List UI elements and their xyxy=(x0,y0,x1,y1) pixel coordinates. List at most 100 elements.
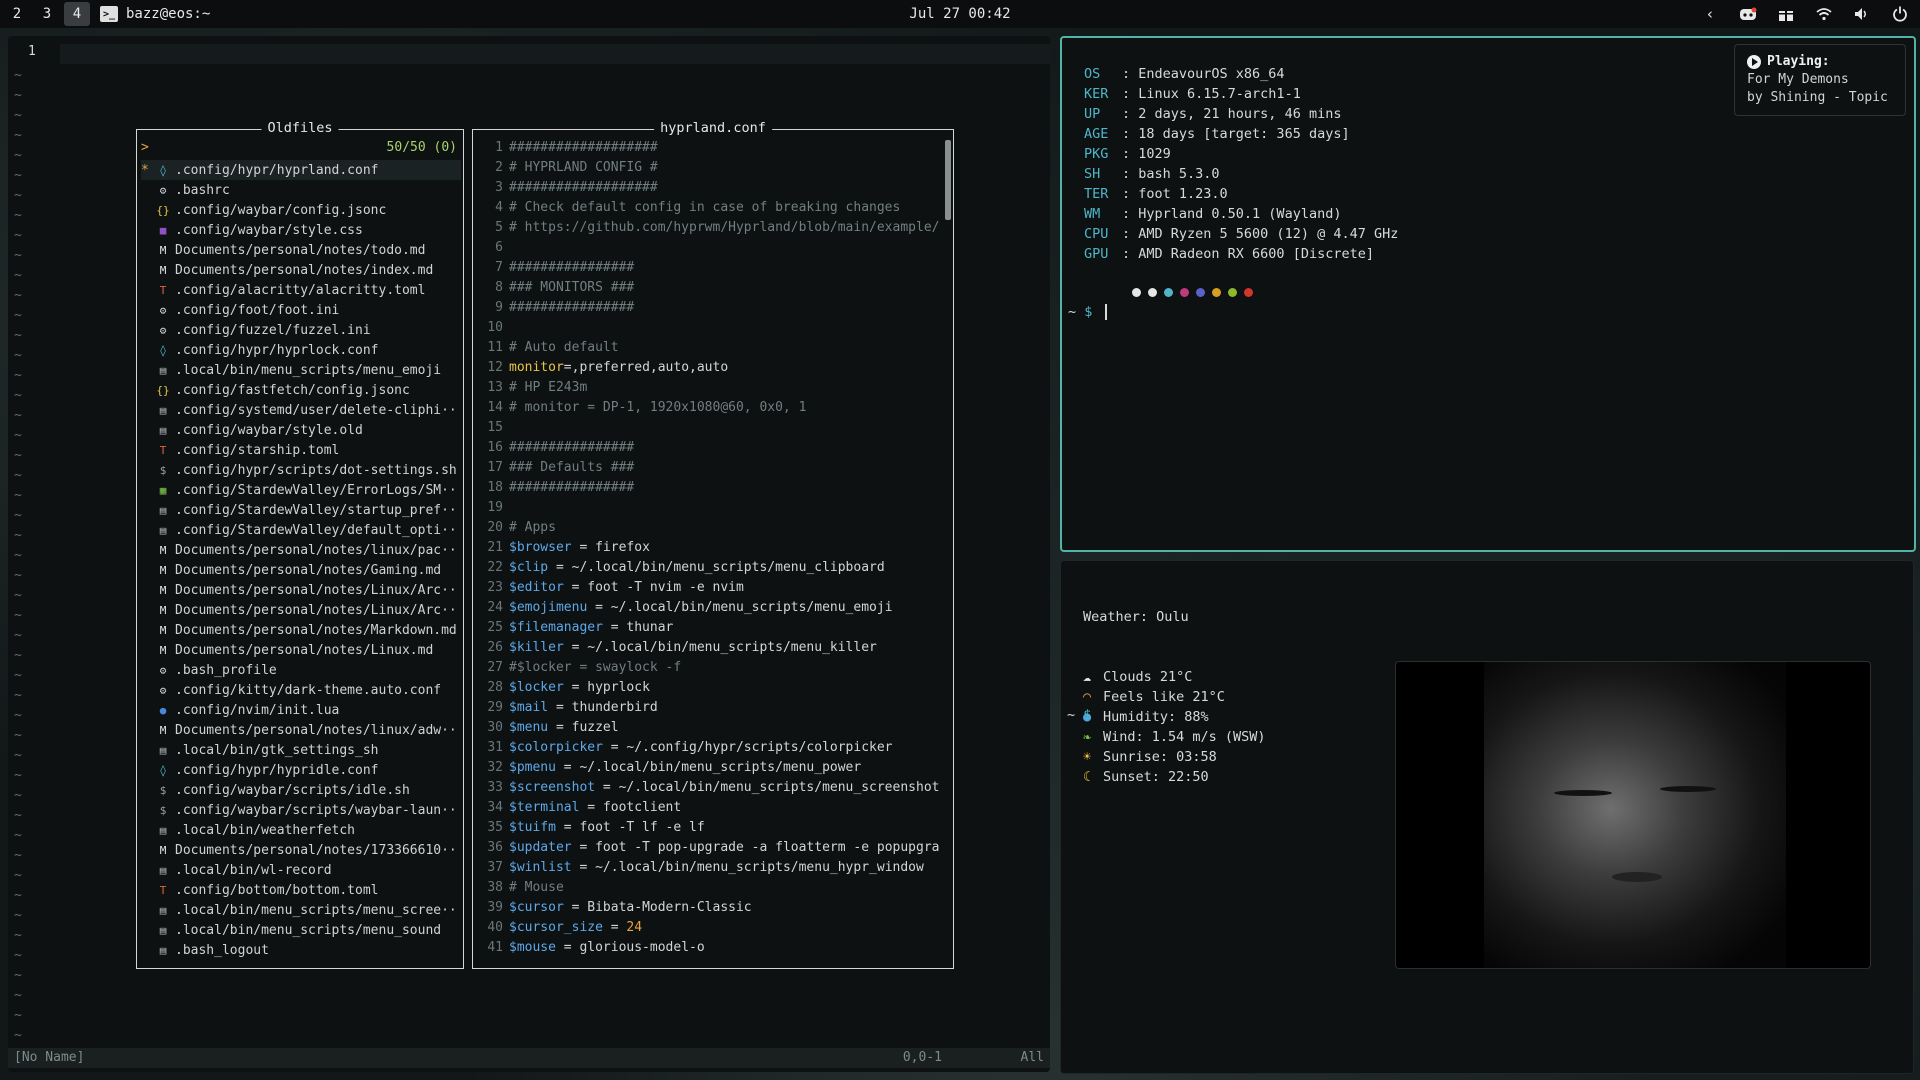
oldfile-item[interactable]: ⚙ .config/fuzzel/fuzzel.ini xyxy=(141,320,461,340)
chevron-left-icon[interactable]: ‹ xyxy=(1700,4,1720,24)
sysinfo-row: TER: foot 1.23.0 xyxy=(1084,184,1398,204)
oldfile-item[interactable]: ▤ .bash_logout xyxy=(141,940,461,960)
oldfile-item[interactable]: ▤ .local/bin/menu_scripts/menu_scree·· xyxy=(141,900,461,920)
track-title: For My Demons xyxy=(1747,72,1849,87)
oldfile-item[interactable]: ▤ .config/waybar/style.old xyxy=(141,420,461,440)
workspace-2[interactable]: 2 xyxy=(4,2,30,26)
sysinfo-row: AGE: 18 days [target: 365 days] xyxy=(1084,124,1398,144)
oldfile-item[interactable]: ● .config/nvim/init.lua xyxy=(141,700,461,720)
code-token: $mail xyxy=(509,700,549,715)
code-line: 16 ################ xyxy=(477,440,947,460)
oldfile-item[interactable]: ⚙ .config/kitty/dark-theme.auto.conf xyxy=(141,680,461,700)
code-token: # Check default config in case of breaki… xyxy=(509,200,901,215)
weather-terminal[interactable]: Weather: Oulu ☁ Clouds 21°C ◠ Feels like 21… xyxy=(1060,560,1914,1074)
discord-icon[interactable] xyxy=(1738,4,1758,24)
shell-prompt[interactable]: ~ $ xyxy=(1067,707,1091,723)
oldfile-item[interactable]: ▤ .local/bin/weatherfetch xyxy=(141,820,461,840)
sysinfo-row: KER: Linux 6.15.7-arch1-1 xyxy=(1084,84,1398,104)
active-window-title: bazz@eos:~ xyxy=(126,6,211,22)
code-token: $killer xyxy=(509,640,564,655)
workspace-label: 4 xyxy=(72,6,82,22)
oldfile-item[interactable]: {} .config/waybar/config.jsonc xyxy=(141,200,461,220)
oldfile-item[interactable]: M Documents/personal/notes/todo.md xyxy=(141,240,461,260)
line-number: 40 xyxy=(487,920,503,935)
line-number: 34 xyxy=(487,800,503,815)
oldfile-item[interactable]: M Documents/personal/notes/Linux/Arc·· xyxy=(141,580,461,600)
file-icon: ▤ xyxy=(159,823,167,837)
code-line: 25 $filemanager = thunar xyxy=(477,620,947,640)
oldfile-item[interactable]: ▤ .local/bin/menu_scripts/menu_sound xyxy=(141,920,461,940)
prompt-tilde: ~ xyxy=(1068,304,1077,320)
sysinfo-row: CPU: AMD Ryzen 5 5600 (12) @ 4.47 GHz xyxy=(1084,224,1398,244)
file-path: Documents/personal/notes/Markdown.md xyxy=(175,622,457,638)
code-token: $tuifm xyxy=(509,820,556,835)
oldfile-item[interactable]: M Documents/personal/notes/173366610·· xyxy=(141,840,461,860)
code-line: 41 $mouse = glorious-model-o xyxy=(477,940,947,960)
oldfile-item[interactable]: ▤ .config/systemd/user/delete-cliphi·· xyxy=(141,400,461,420)
cursor-line[interactable] xyxy=(60,44,1050,64)
oldfile-item[interactable]: M Documents/personal/notes/Linux/Arc·· xyxy=(141,600,461,620)
gift-icon[interactable] xyxy=(1776,4,1796,24)
file-path: .config/StardewValley/startup_pref·· xyxy=(175,502,457,518)
oldfile-item[interactable]: $ .config/hypr/scripts/dot-settings.sh xyxy=(141,460,461,480)
sysinfo-separator: : xyxy=(1122,66,1139,82)
volume-icon[interactable] xyxy=(1852,4,1872,24)
oldfile-item[interactable]: M Documents/personal/notes/linux/pac·· xyxy=(141,540,461,560)
sysinfo-key: CPU xyxy=(1084,226,1109,242)
oldfile-item[interactable]: ◊ .config/hypr/hypridle.conf xyxy=(141,760,461,780)
now-playing-widget[interactable]: Playing: For My Demons by Shining - Topi… xyxy=(1734,44,1906,116)
oldfile-item[interactable]: T .config/starship.toml xyxy=(141,440,461,460)
code-line: 30 $menu = fuzzel xyxy=(477,720,947,740)
line-number: 32 xyxy=(487,760,503,775)
code-token: ################ xyxy=(509,300,635,315)
wifi-icon[interactable] xyxy=(1814,4,1834,24)
code-token: = ~/.config/hypr/scripts/colorpicker xyxy=(602,740,893,755)
power-icon[interactable] xyxy=(1890,4,1910,24)
fastfetch-terminal[interactable]: OS: EndeavourOS x86_64 KER: Linux 6.15.7-… xyxy=(1060,36,1916,552)
oldfile-item[interactable]: ⚙ .bash_profile xyxy=(141,660,461,680)
file-path: .local/bin/menu_scripts/menu_emoji xyxy=(175,362,442,378)
oldfile-item[interactable]: ◊ .config/hypr/hyprlock.conf xyxy=(141,340,461,360)
oldfile-item[interactable]: ▤ .local/bin/gtk_settings_sh xyxy=(141,740,461,760)
oldfile-item[interactable]: ▤ .local/bin/menu_scripts/menu_emoji xyxy=(141,360,461,380)
oldfile-item[interactable]: M Documents/personal/notes/linux/adw·· xyxy=(141,720,461,740)
file-icon: ▤ xyxy=(159,503,167,517)
oldfile-item[interactable]: ⚙ .config/foot/foot.ini xyxy=(141,300,461,320)
oldfile-item[interactable]: T .config/alacritty/alacritty.toml xyxy=(141,280,461,300)
oldfile-item[interactable]: $ .config/waybar/scripts/idle.sh xyxy=(141,780,461,800)
preview-scrollbar[interactable] xyxy=(945,140,951,220)
oldfile-item[interactable]: ▦ .config/StardewValley/ErrorLogs/SM·· xyxy=(141,480,461,500)
weather-row: ● Humidity: 88% xyxy=(1083,707,1266,727)
oldfiles-list: * ◊ .config/hypr/hyprland.conf ⚙ .bashrc {} .c… xyxy=(141,160,461,960)
shell-prompt[interactable]: ~ $ xyxy=(1068,304,1107,320)
sysinfo-separator: : xyxy=(1122,86,1139,102)
workspace-label: 3 xyxy=(42,6,52,22)
line-number: 6 xyxy=(495,240,503,255)
oldfile-item[interactable]: ▤ .config/StardewValley/startup_pref·· xyxy=(141,500,461,520)
code-line: 23 $editor = foot -T nvim -e nvim xyxy=(477,580,947,600)
oldfile-item[interactable]: M Documents/personal/notes/Markdown.md xyxy=(141,620,461,640)
oldfile-item[interactable]: M Documents/personal/notes/Linux.md xyxy=(141,640,461,660)
oldfile-item[interactable]: M Documents/personal/notes/Gaming.md xyxy=(141,560,461,580)
workspace-4[interactable]: 4 xyxy=(64,2,90,26)
oldfile-item[interactable]: {} .config/fastfetch/config.jsonc xyxy=(141,380,461,400)
oldfile-item[interactable]: ▤ .local/bin/wl-record xyxy=(141,860,461,880)
workspace-3[interactable]: 3 xyxy=(34,2,60,26)
oldfile-item[interactable]: ⚙ .bashrc xyxy=(141,180,461,200)
sysinfo-key: OS xyxy=(1084,66,1101,82)
file-path: .config/waybar/style.old xyxy=(175,422,363,438)
picker-prompt[interactable]: > 50/50 (0) xyxy=(141,140,457,160)
oldfile-item[interactable]: T .config/bottom/bottom.toml xyxy=(141,880,461,900)
code-token: $filemanager xyxy=(509,620,603,635)
nvim-window[interactable]: 1 ~ ~ ~ ~ ~ ~ ~ ~ ~ ~ ~ ~ ~ ~ ~ ~ ~ ~ ~ … xyxy=(8,36,1050,1072)
oldfile-item[interactable]: $ .config/waybar/scripts/waybar-laun·· xyxy=(141,800,461,820)
preview-code: 1 ################### 2 # HYPRLAND CONFIG #… xyxy=(477,140,947,960)
oldfile-item[interactable]: ▤ .config/StardewValley/default_opti·· xyxy=(141,520,461,540)
code-line: 21 $browser = firefox xyxy=(477,540,947,560)
oldfile-item[interactable]: ■ .config/waybar/style.css xyxy=(141,220,461,240)
oldfile-item[interactable]: M Documents/personal/notes/index.md xyxy=(141,260,461,280)
line-number: 1 xyxy=(495,140,503,155)
oldfile-item[interactable]: * ◊ .config/hypr/hyprland.conf xyxy=(141,160,461,180)
code-token: # HP E243m xyxy=(509,380,588,395)
clock[interactable]: Jul 27 00:42 xyxy=(909,6,1010,22)
